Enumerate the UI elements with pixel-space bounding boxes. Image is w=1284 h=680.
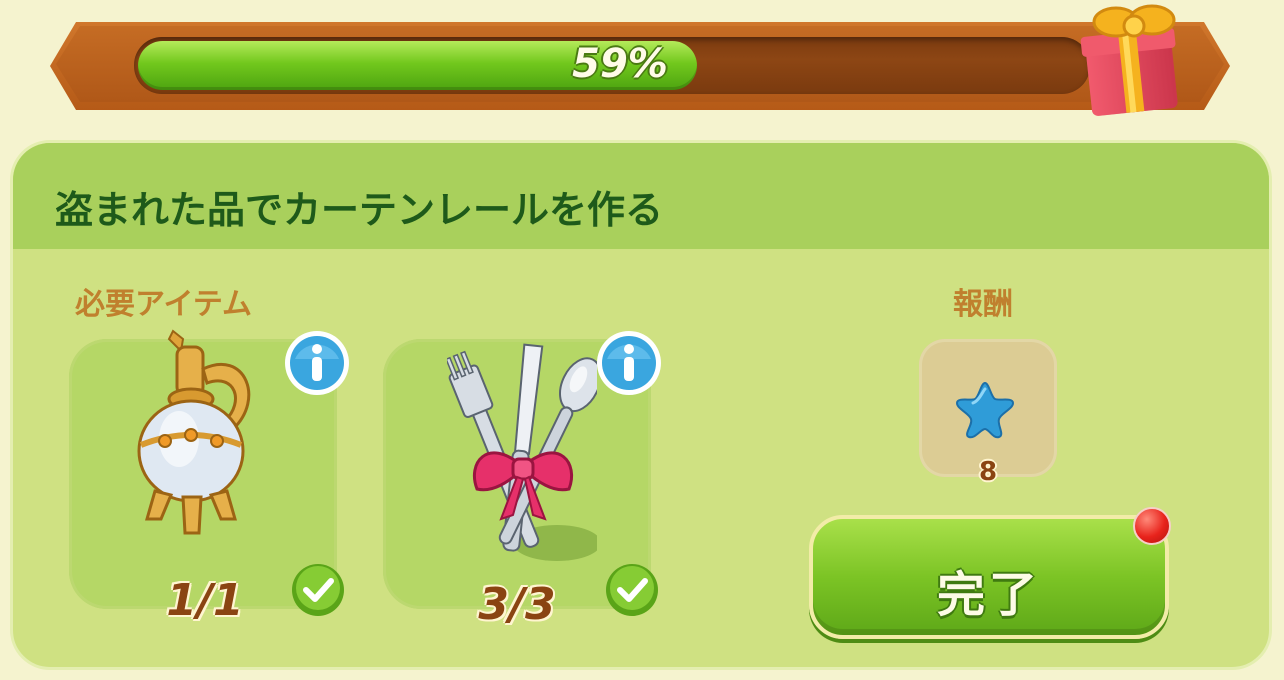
gift-box-icon[interactable] [1078, 0, 1188, 116]
progress-percent: 59% [572, 41, 668, 87]
complete-button[interactable]: 完了 [809, 515, 1169, 639]
quest-title: 盗まれた品でカーテンレールを作る [55, 188, 664, 232]
checkmark-icon [292, 564, 344, 616]
reward-label: 報酬 [953, 287, 1013, 322]
golden-pitcher-icon [137, 329, 251, 535]
checkmark-icon [606, 564, 658, 616]
info-icon[interactable] [595, 329, 663, 397]
complete-button-label: 完了 [936, 567, 1041, 623]
reward-amount: 8 [978, 457, 998, 487]
quest-panel: 盗まれた品でカーテンレールを作る 必要アイテム 報酬 1/1 3/3 8 完了 [10, 140, 1272, 670]
blue-star-icon [955, 381, 1015, 439]
info-icon[interactable] [283, 329, 351, 397]
notification-dot [1133, 507, 1171, 545]
silverware-with-bow-icon [447, 343, 597, 561]
required-items-label: 必要アイテム [75, 287, 252, 322]
item-count: 1/1 [166, 575, 244, 626]
item-count: 3/3 [478, 579, 556, 630]
